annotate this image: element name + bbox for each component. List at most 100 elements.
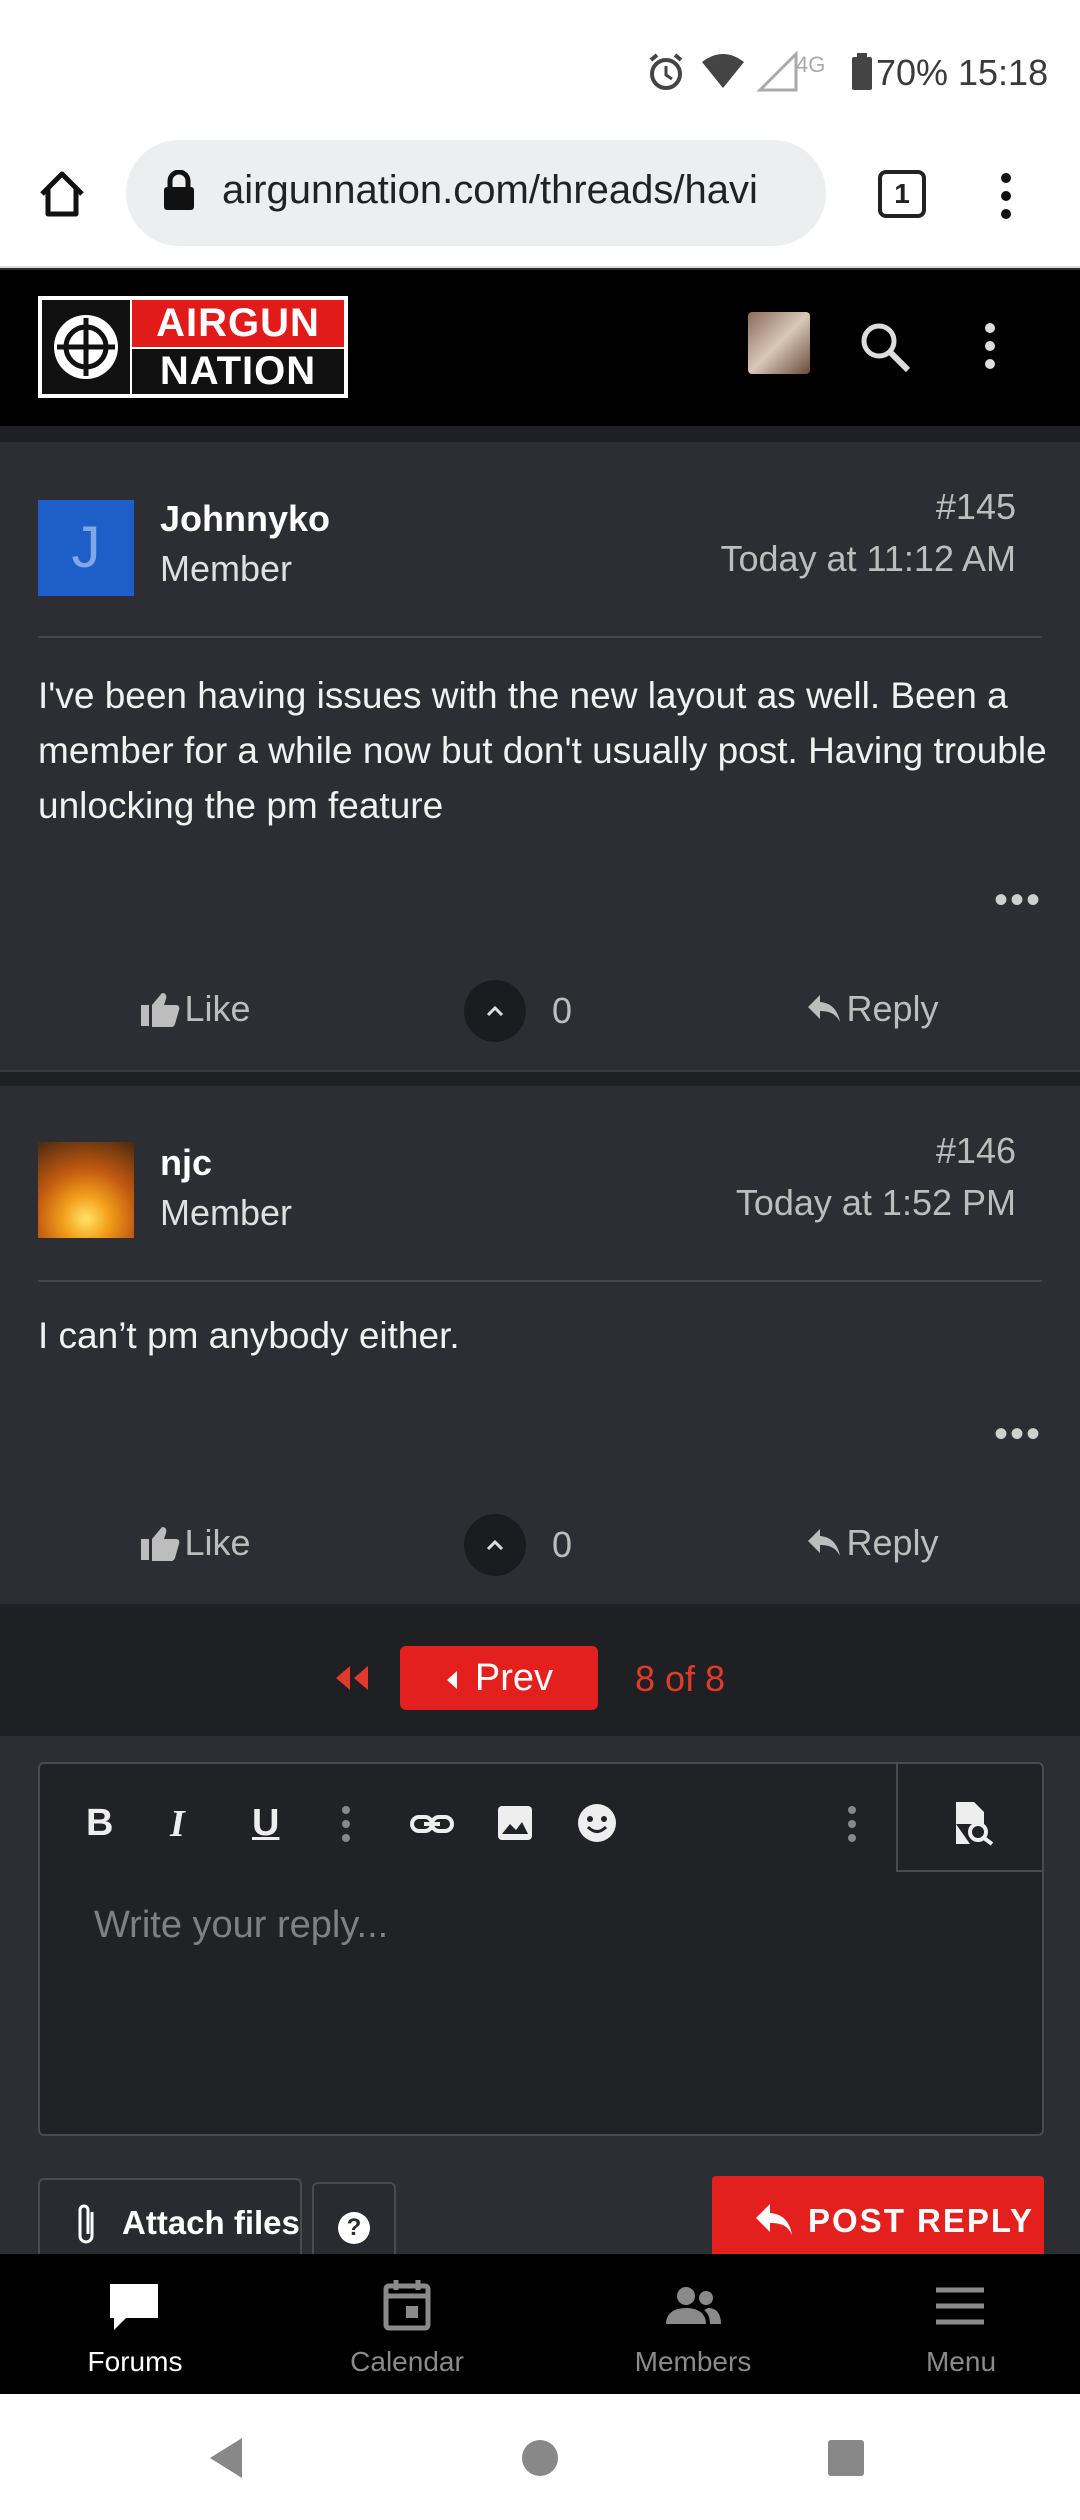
alarm-icon	[649, 53, 683, 90]
more-format-icon[interactable]	[340, 1804, 352, 1844]
back-icon[interactable]	[206, 2436, 246, 2480]
reply-area: B I U Write your reply... Attach files ?…	[0, 1736, 1080, 2268]
nav-label: Menu	[925, 2346, 997, 2377]
underline-button[interactable]: U	[252, 1802, 279, 1845]
more-options-button[interactable]: •••	[994, 1412, 1042, 1457]
reply-label: Reply	[846, 988, 939, 1029]
chevron-up-icon	[486, 1005, 504, 1017]
post-number[interactable]: #146	[936, 1130, 1016, 1172]
user-role: Member	[160, 1192, 293, 1233]
hamburger-icon	[936, 2287, 984, 2325]
members-icon	[666, 2287, 721, 2324]
bold-button[interactable]: B	[86, 1802, 113, 1845]
page-indicator[interactable]: 8 of 8	[635, 1658, 725, 1700]
chat-bubble-icon	[110, 2284, 158, 2330]
system-navigation	[0, 2394, 1080, 2520]
reply-arrow-icon	[808, 1529, 840, 1556]
post-body: I've been having issues with the new lay…	[38, 675, 1047, 826]
like-label: Like	[184, 1522, 251, 1563]
first-page-icon[interactable]	[332, 1662, 372, 1694]
tab-switcher-button[interactable]: 1	[878, 170, 926, 218]
crosshair-logo-icon	[42, 300, 130, 394]
like-button[interactable]: Like	[140, 1522, 251, 1564]
home-circle-icon[interactable]	[520, 2438, 560, 2478]
reply-button[interactable]: Reply	[806, 1522, 939, 1564]
battery-icon	[852, 53, 872, 90]
reply-input[interactable]: Write your reply...	[94, 1904, 388, 1947]
logo-text-bottom: NATION	[132, 349, 344, 394]
nav-label: Members	[634, 2346, 752, 2377]
search-icon[interactable]	[858, 320, 912, 374]
emoji-icon[interactable]	[576, 1802, 618, 1844]
home-icon[interactable]	[36, 168, 88, 220]
prev-page-button[interactable]: Prev	[400, 1646, 598, 1710]
question-icon: ?	[338, 2212, 370, 2244]
attach-files-label: Attach files	[122, 2204, 300, 2241]
more-options-icon[interactable]	[846, 1804, 858, 1844]
toolbar-separator	[896, 1870, 1044, 1872]
post-date[interactable]: Today at 1:52 PM	[736, 1182, 1016, 1224]
post-body: I can’t pm anybody either.	[38, 1315, 460, 1356]
upvote-button[interactable]	[464, 1514, 526, 1576]
section-gap	[0, 426, 1080, 442]
recents-icon[interactable]	[826, 2438, 866, 2478]
vote-count: 0	[552, 990, 573, 1031]
user-role: Member	[160, 548, 293, 589]
nav-forums[interactable]: Forums	[0, 2254, 270, 2394]
status-bar: 4G 70% 15:18	[0, 0, 1080, 140]
caret-left-icon	[446, 1670, 457, 1689]
pagination: Prev 8 of 8	[0, 1604, 1080, 1736]
thumbs-up-icon	[141, 993, 180, 1027]
logo-text-top: AIRGUN	[132, 300, 344, 347]
like-label: Like	[184, 988, 251, 1029]
clock: 15:18	[958, 52, 1049, 93]
calendar-icon	[383, 2280, 431, 2331]
nav-label: Forums	[87, 2346, 183, 2377]
site-menu-icon[interactable]	[978, 320, 1002, 372]
post-reply-label: POST REPLY	[808, 2202, 1035, 2239]
nav-label: Calendar	[350, 2346, 464, 2377]
reply-label: Reply	[846, 1522, 939, 1563]
reply-arrow-icon	[756, 2204, 792, 2235]
post-divider	[38, 1280, 1042, 1282]
post-separator	[0, 1070, 1080, 1086]
paperclip-icon	[78, 2204, 94, 2244]
upvote-button[interactable]	[464, 980, 526, 1042]
more-options-button[interactable]: •••	[994, 878, 1042, 923]
network-type: 4G	[796, 52, 826, 77]
bottom-navigation: Forums Calendar Members Menu	[0, 2254, 1080, 2394]
post-date[interactable]: Today at 11:12 AM	[720, 538, 1016, 580]
url-text: airgunnation.com/threads/havi	[222, 168, 758, 212]
browser-toolbar: airgunnation.com/threads/havi 1	[0, 140, 1080, 268]
prev-label: Prev	[474, 1657, 554, 1699]
nav-menu[interactable]: Menu	[826, 2254, 1080, 2394]
wifi-icon	[702, 54, 744, 88]
site-header: AIRGUN NATION	[0, 270, 1080, 426]
user-avatar[interactable]	[748, 312, 810, 374]
nav-calendar[interactable]: Calendar	[272, 2254, 542, 2394]
vote-count: 0	[552, 1524, 573, 1565]
nav-members[interactable]: Members	[558, 2254, 828, 2394]
post-146: njc Member #146 Today at 1:52 PM I can’t…	[0, 1086, 1080, 1604]
reply-button[interactable]: Reply	[806, 988, 939, 1030]
chevron-up-icon	[486, 1539, 504, 1551]
preview-icon[interactable]	[952, 1800, 994, 1846]
avatar[interactable]: J	[38, 500, 134, 596]
username[interactable]: Johnnyko	[160, 498, 330, 540]
avatar[interactable]	[38, 1142, 134, 1238]
thumbs-up-icon	[141, 1527, 180, 1561]
site-logo[interactable]: AIRGUN NATION	[38, 296, 348, 398]
like-button[interactable]: Like	[140, 988, 251, 1030]
post-number[interactable]: #145	[936, 486, 1016, 528]
italic-button[interactable]: I	[170, 1802, 185, 1846]
toolbar-separator	[896, 1764, 898, 1872]
link-icon[interactable]	[410, 1806, 454, 1842]
lock-icon	[164, 170, 194, 210]
post-divider	[38, 636, 1042, 638]
address-bar[interactable]: airgunnation.com/threads/havi	[126, 140, 826, 246]
battery-level: 70%	[876, 52, 949, 93]
image-icon[interactable]	[496, 1804, 534, 1842]
browser-menu-icon[interactable]	[994, 170, 1018, 222]
reply-editor[interactable]: B I U Write your reply...	[38, 1762, 1044, 2136]
username[interactable]: njc	[160, 1142, 212, 1184]
